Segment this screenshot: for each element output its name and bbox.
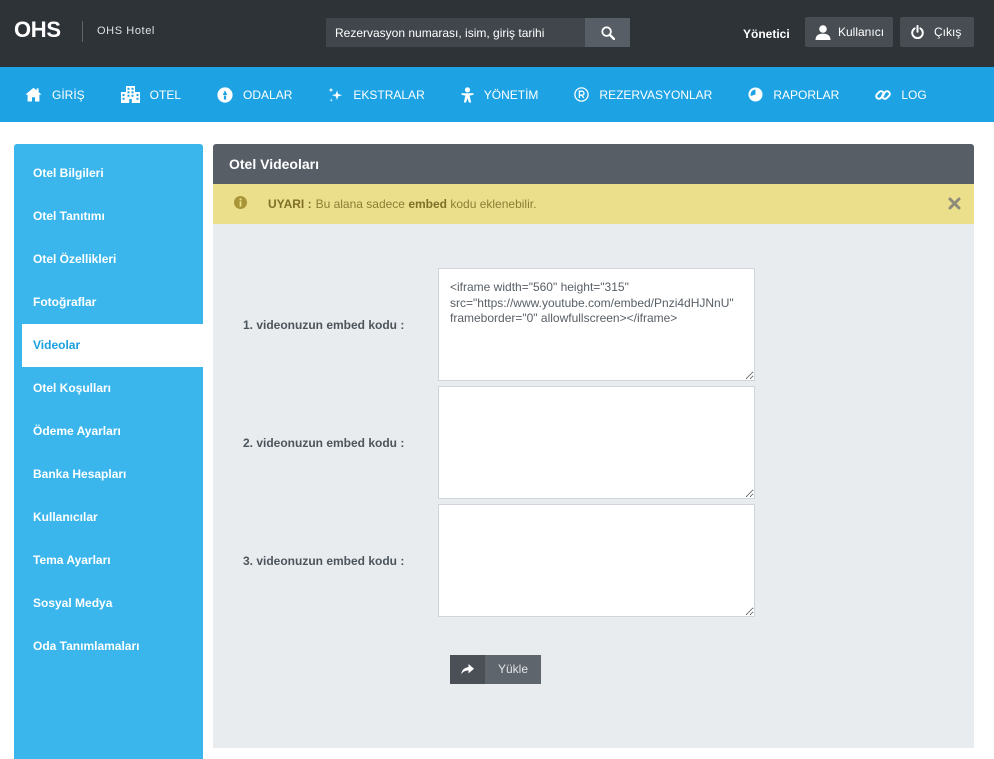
nav-label: RAPORLAR: [773, 87, 840, 102]
search-button[interactable]: [585, 18, 630, 47]
panel-header: Otel Videoları: [213, 144, 974, 184]
sidebar-item-otel-tanitimi[interactable]: Otel Tanıtımı: [14, 195, 203, 238]
embed-code-field-2[interactable]: [438, 386, 755, 499]
power-icon: [911, 25, 924, 39]
person-icon: [461, 86, 474, 103]
nav-label: OTEL: [149, 87, 182, 102]
alert-message: UYARI : Bu alana sadece embed kodu eklene…: [268, 197, 536, 211]
search-input[interactable]: [326, 18, 585, 47]
nav-item-ekstralar[interactable]: EKSTRALAR: [328, 87, 425, 103]
form-row: 1. videonuzun embed kodu : <iframe width…: [213, 268, 974, 381]
sidebar: Otel Bilgileri Otel Tanıtımı Otel Özelli…: [14, 144, 203, 759]
nav-label: REZERVASYONLAR: [599, 87, 713, 102]
nav-item-giris[interactable]: GİRİŞ: [25, 87, 85, 102]
nav-label: EKSTRALAR: [353, 87, 425, 102]
warning-alert: UYARI : Bu alana sadece embed kodu eklene…: [213, 184, 974, 224]
sidebar-item-otel-ozellikleri[interactable]: Otel Özellikleri: [14, 238, 203, 281]
user-icon: [815, 24, 831, 40]
form-row: 3. videonuzun embed kodu :: [213, 504, 974, 617]
link-icon: [875, 87, 892, 103]
nav-label: GİRİŞ: [52, 87, 85, 102]
user-button-label: Kullanıcı: [838, 25, 885, 39]
alert-text-after: kodu eklenebilir.: [447, 197, 537, 211]
nav-item-odalar[interactable]: ODALAR: [217, 86, 293, 103]
user-button[interactable]: Kullanıcı: [805, 17, 893, 47]
sidebar-item-kullanicilar[interactable]: Kullanıcılar: [14, 496, 203, 539]
nav-label: YÖNETİM: [483, 87, 539, 102]
nav-item-rezervasyonlar[interactable]: REZERVASYONLAR: [574, 87, 712, 102]
sidebar-item-tema-ayarlari[interactable]: Tema Ayarları: [14, 539, 203, 582]
alert-label: UYARI :: [268, 197, 312, 211]
embed-field-label: 3. videonuzun embed kodu :: [243, 554, 405, 568]
sidebar-item-sosyal-medya[interactable]: Sosyal Medya: [14, 582, 203, 625]
nav-label: LOG: [901, 87, 927, 102]
nav-item-yonetim[interactable]: YÖNETİM: [461, 86, 539, 103]
videos-panel: Otel Videoları UYARI : Bu alana sadece em…: [213, 144, 974, 748]
sidebar-item-banka-hesaplari[interactable]: Banka Hesapları: [14, 453, 203, 496]
embed-form: 1. videonuzun embed kodu : <iframe width…: [213, 224, 974, 748]
user-role: Yönetici: [743, 27, 790, 41]
close-icon[interactable]: [948, 197, 961, 210]
nav-item-log[interactable]: LOG: [875, 87, 927, 103]
sidebar-item-odeme-ayarlari[interactable]: Ödeme Ayarları: [14, 410, 203, 453]
sidebar-item-videolar[interactable]: Videolar: [22, 324, 203, 367]
logout-button[interactable]: Çıkış: [900, 17, 974, 47]
logo[interactable]: OHS: [14, 17, 61, 43]
sidebar-item-otel-bilgileri[interactable]: Otel Bilgileri: [14, 152, 203, 195]
search-bar: [326, 18, 630, 47]
registered-icon: [574, 87, 590, 102]
upload-button[interactable]: Yükle: [450, 655, 541, 684]
share-icon: [450, 655, 485, 684]
pie-chart-icon: [748, 87, 763, 102]
main-nav: GİRİŞ OTEL ODALAR EKSTRALAR YÖNETİM REZE…: [0, 67, 994, 122]
embed-field-label: 1. videonuzun embed kodu :: [243, 318, 405, 332]
panel-title: Otel Videoları: [229, 156, 319, 172]
upload-button-label: Yükle: [497, 662, 529, 676]
embed-field-label: 2. videonuzun embed kodu :: [243, 436, 405, 450]
embed-code-field-3[interactable]: [438, 504, 755, 617]
nav-item-otel[interactable]: OTEL: [120, 86, 182, 103]
embed-code-field-1[interactable]: <iframe width="560" height="315" src="ht…: [438, 268, 755, 381]
search-icon: [600, 25, 615, 40]
sidebar-item-oda-tanimlamalari[interactable]: Oda Tanımlamaları: [14, 625, 203, 668]
rooms-icon: [217, 86, 233, 103]
top-header: OHS OHS Hotel Yönetici Kullanıcı Çı: [0, 0, 994, 67]
logout-button-label: Çıkış: [934, 25, 962, 39]
building-icon: [120, 86, 140, 103]
logo-divider: [82, 21, 83, 42]
sidebar-item-fotograflar[interactable]: Fotoğraflar: [14, 281, 203, 324]
home-icon: [25, 87, 42, 102]
info-icon: [234, 196, 247, 209]
sidebar-item-otel-kosullari[interactable]: Otel Koşulları: [14, 367, 203, 410]
alert-text-before: Bu alana sadece: [315, 197, 409, 211]
sparkle-icon: [328, 87, 343, 103]
alert-emphasis: embed: [408, 197, 448, 211]
form-row: 2. videonuzun embed kodu :: [213, 386, 974, 499]
nav-label: ODALAR: [243, 87, 293, 102]
nav-item-raporlar[interactable]: RAPORLAR: [748, 87, 839, 102]
hotel-name: OHS Hotel: [97, 25, 155, 37]
